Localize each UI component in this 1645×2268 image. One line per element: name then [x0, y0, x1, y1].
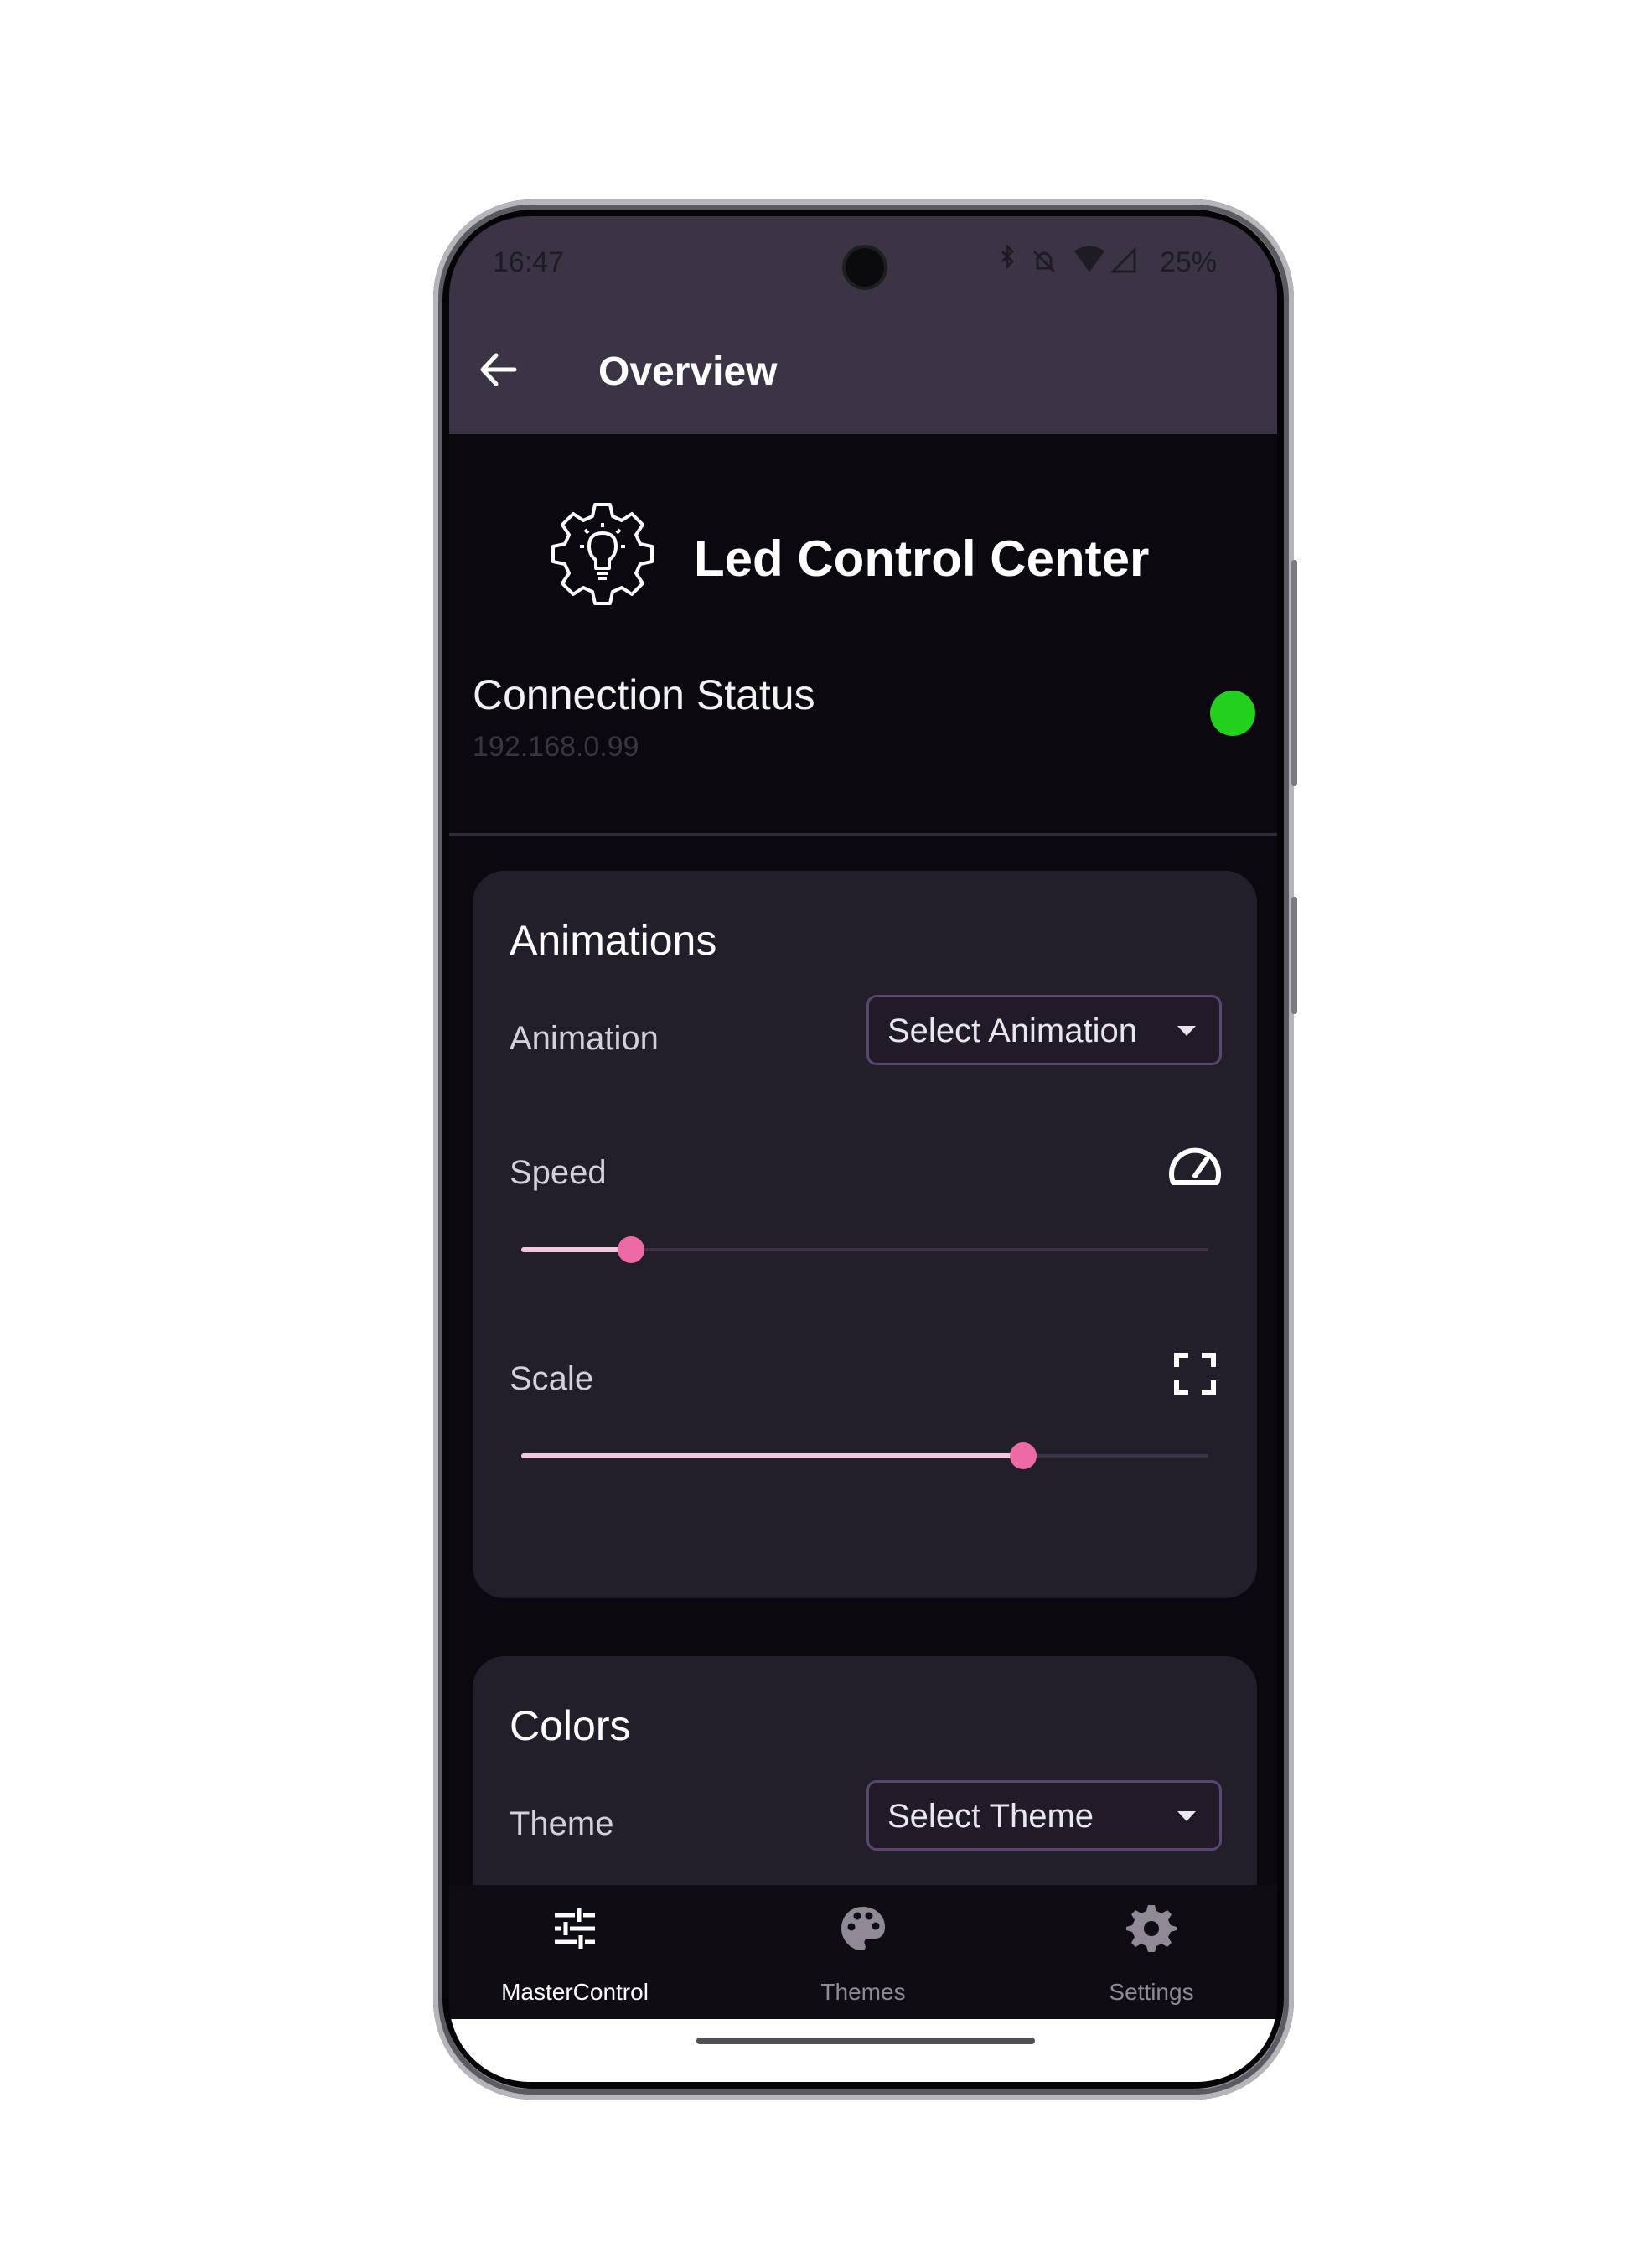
status-battery: 25% — [1159, 246, 1217, 278]
mute-icon — [1032, 250, 1056, 273]
wifi-icon — [1073, 246, 1105, 272]
speedometer-icon — [1169, 1147, 1221, 1185]
bottom-navigation: MasterControl Themes Settings — [449, 1885, 1277, 2019]
slider-fill — [521, 1247, 632, 1252]
theme-label: Theme — [510, 1805, 614, 1842]
colors-card-title: Colors — [510, 1702, 631, 1749]
back-arrow-icon[interactable] — [473, 344, 525, 396]
palette-icon — [841, 1907, 885, 1950]
connection-status-label: Connection Status — [473, 671, 815, 718]
screen: 16:47 25% Overview Led Control Center Co… — [449, 216, 1277, 2082]
nav-item-settings[interactable]: Settings — [1042, 1885, 1260, 2019]
chevron-down-icon — [1177, 1026, 1196, 1036]
animation-label: Animation — [510, 1020, 659, 1057]
speed-label: Speed — [510, 1154, 607, 1191]
fullscreen-icon — [1174, 1353, 1216, 1395]
nav-label: Themes — [820, 1979, 906, 2005]
theme-dropdown-value: Select Theme — [887, 1798, 1094, 1835]
gesture-bar-area — [449, 2019, 1277, 2082]
nav-label: Settings — [1109, 1979, 1194, 2005]
nav-item-mastercontrol[interactable]: MasterControl — [466, 1885, 684, 2019]
chevron-down-icon — [1177, 1811, 1196, 1821]
app-name: Led Control Center — [694, 531, 1150, 587]
divider — [449, 833, 1277, 836]
gear-icon — [1126, 1905, 1177, 1952]
status-icons — [1001, 245, 1136, 273]
slider-fill — [521, 1453, 1023, 1458]
slider-thumb[interactable] — [1009, 1442, 1037, 1469]
animations-card: Animations Animation Select Animation Sp… — [473, 871, 1257, 1598]
signal-icon — [1110, 246, 1136, 273]
animation-dropdown[interactable]: Select Animation — [866, 995, 1222, 1065]
home-indicator[interactable] — [696, 2038, 1035, 2044]
nav-item-themes[interactable]: Themes — [754, 1885, 972, 2019]
scale-slider[interactable] — [521, 1439, 1208, 1473]
speed-slider[interactable] — [521, 1233, 1208, 1266]
animation-dropdown-value: Select Animation — [887, 1012, 1137, 1049]
page-title: Overview — [598, 350, 778, 394]
slider-thumb[interactable] — [618, 1236, 645, 1263]
theme-dropdown[interactable]: Select Theme — [866, 1780, 1222, 1851]
app-bar: 16:47 25% Overview — [449, 216, 1277, 434]
connection-ip: 192.168.0.99 — [473, 731, 639, 763]
front-camera — [846, 248, 884, 287]
status-time: 16:47 — [493, 246, 565, 278]
connection-status-indicator — [1210, 691, 1255, 736]
side-button — [1291, 897, 1297, 1014]
side-button — [1291, 560, 1297, 786]
animations-card-title: Animations — [510, 917, 717, 964]
sliders-icon — [555, 1908, 595, 1949]
gear-bulb-logo-icon — [551, 503, 654, 605]
scale-label: Scale — [510, 1360, 594, 1397]
nav-label: MasterControl — [501, 1979, 649, 2005]
bluetooth-icon — [1001, 245, 1015, 270]
